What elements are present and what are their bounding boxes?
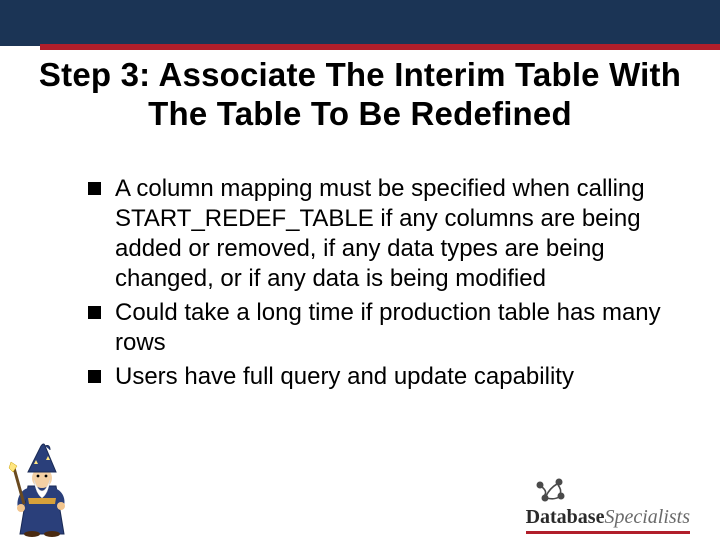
bullet-item: Could take a long time if production tab… bbox=[88, 298, 684, 358]
bullet-marker-icon bbox=[88, 306, 101, 319]
bullet-text: A column mapping must be specified when … bbox=[115, 174, 684, 294]
logo-text-bold: Database bbox=[526, 506, 605, 528]
header-band bbox=[0, 0, 720, 46]
bullet-text: Users have full query and update capabil… bbox=[115, 362, 684, 392]
slide-title: Step 3: Associate The Interim Table With… bbox=[16, 56, 704, 134]
logo-wordmark: DatabaseSpecialists bbox=[526, 506, 690, 529]
wizard-icon bbox=[8, 438, 88, 538]
bullet-list: A column mapping must be specified when … bbox=[88, 174, 684, 396]
bullet-item: Users have full query and update capabil… bbox=[88, 362, 684, 392]
bullet-text: Could take a long time if production tab… bbox=[115, 298, 684, 358]
logo-mark-icon bbox=[532, 476, 568, 504]
logo-underline bbox=[526, 531, 690, 534]
logo-text-light: Specialists bbox=[604, 506, 690, 528]
bullet-marker-icon bbox=[88, 182, 101, 195]
header-red-line bbox=[40, 44, 720, 50]
bullet-item: A column mapping must be specified when … bbox=[88, 174, 684, 294]
footer-logo: DatabaseSpecialists bbox=[526, 476, 690, 534]
bullet-marker-icon bbox=[88, 370, 101, 383]
